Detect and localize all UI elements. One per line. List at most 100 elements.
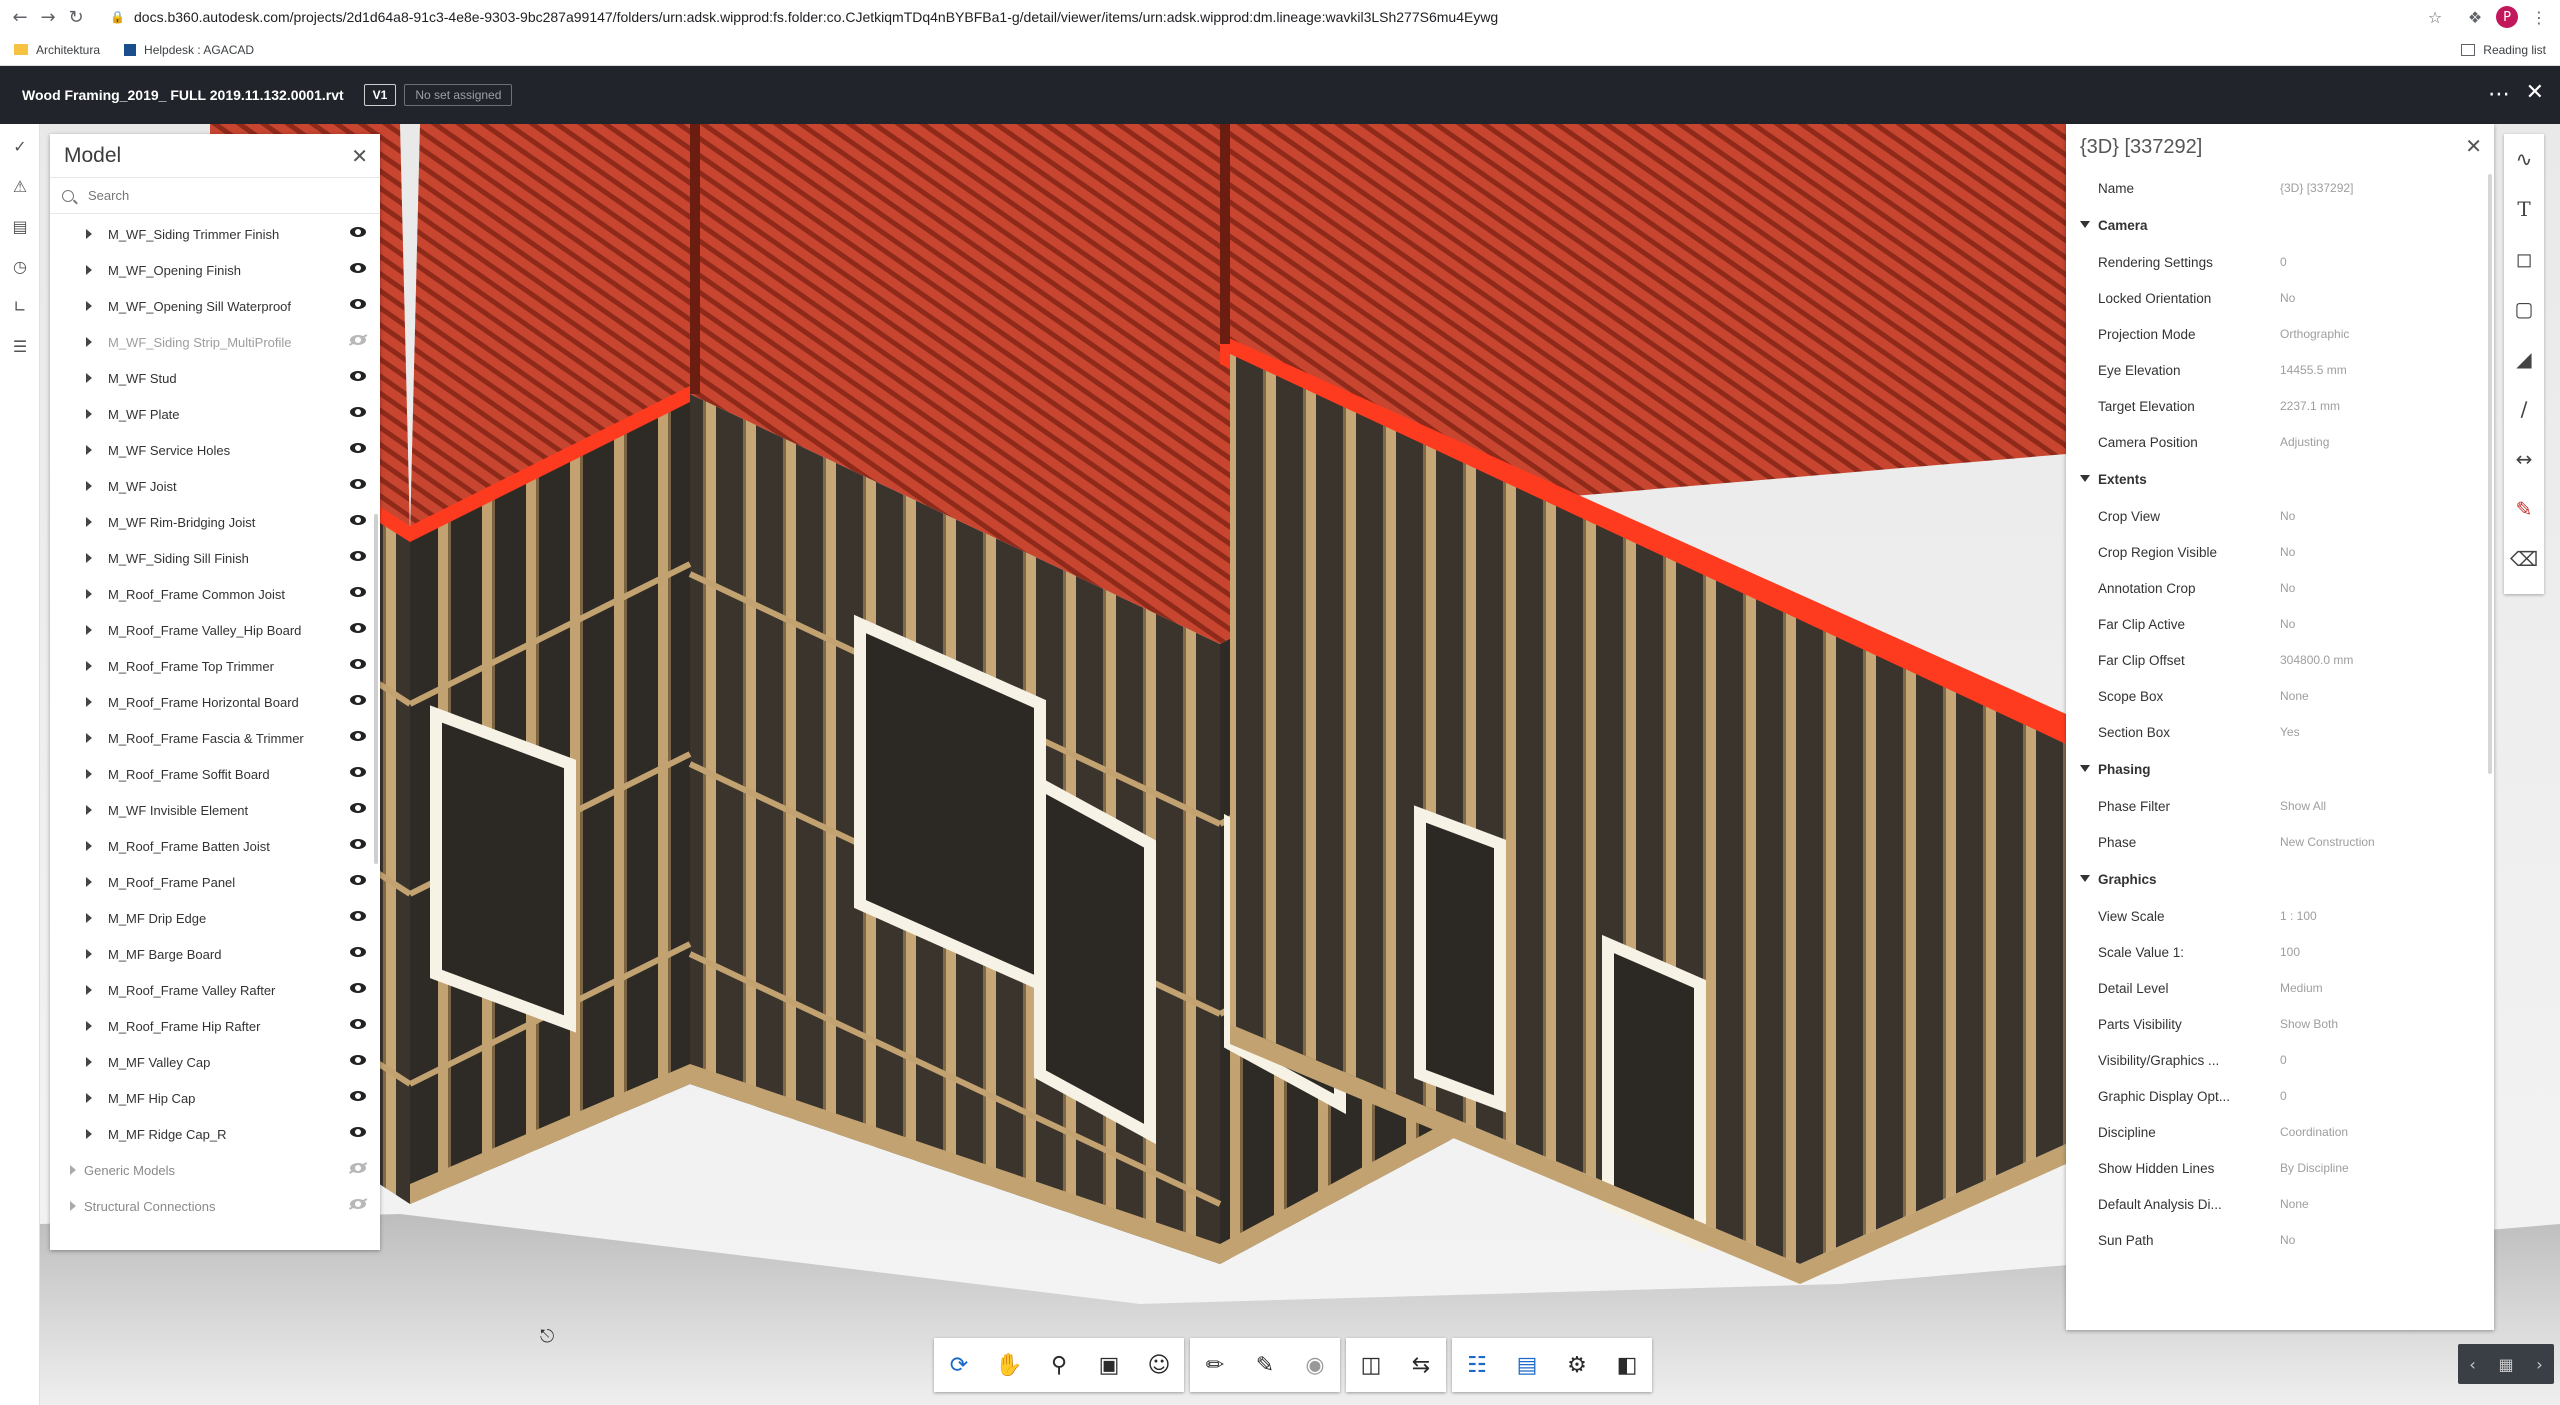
- eye-icon[interactable]: [350, 947, 366, 957]
- layers-icon[interactable]: ☰: [0, 326, 40, 366]
- collapse-caret-icon[interactable]: [2080, 475, 2090, 482]
- tree-row[interactable]: M_WF_Siding Strip_MultiProfile: [50, 324, 380, 360]
- tree-row[interactable]: M_WF_Opening Finish: [50, 252, 380, 288]
- eye-icon[interactable]: [350, 551, 366, 561]
- tree-row[interactable]: M_WF Invisible Element: [50, 792, 380, 828]
- area-select-icon[interactable]: ▢: [2504, 284, 2544, 334]
- eye-icon[interactable]: [350, 479, 366, 489]
- section-icon[interactable]: ✎: [1240, 1338, 1290, 1392]
- polyline-icon[interactable]: ◢: [2504, 334, 2544, 384]
- tree-row[interactable]: M_Roof_Frame Top Trimmer: [50, 648, 380, 684]
- eye-icon[interactable]: [350, 911, 366, 921]
- eye-icon[interactable]: [350, 695, 366, 705]
- chevron-right-icon[interactable]: ›: [2536, 1355, 2542, 1374]
- eye-icon[interactable]: [350, 659, 366, 669]
- profile-button[interactable]: P: [2494, 4, 2520, 30]
- text-icon[interactable]: T: [2504, 184, 2544, 234]
- measure-chart-icon[interactable]: ∟: [0, 286, 40, 326]
- eye-icon[interactable]: [350, 443, 366, 453]
- property-section-header[interactable]: Graphics: [2066, 860, 2494, 898]
- bookmark-helpdesk[interactable]: Helpdesk : AGACAD: [124, 43, 254, 57]
- expand-caret-icon[interactable]: [86, 733, 92, 743]
- more-vert-icon[interactable]: ⋮: [2526, 4, 2552, 30]
- expand-caret-icon[interactable]: [86, 841, 92, 851]
- more-horiz-icon[interactable]: ⋯: [2488, 82, 2510, 107]
- expand-caret-icon[interactable]: [86, 1129, 92, 1139]
- eraser-icon[interactable]: ⌫: [2504, 534, 2544, 584]
- tree-row[interactable]: M_WF_Opening Sill Waterproof: [50, 288, 380, 324]
- expand-caret-icon[interactable]: [86, 1057, 92, 1067]
- tree-row[interactable]: M_Roof_Frame Valley_Hip Board: [50, 612, 380, 648]
- eye-icon[interactable]: [350, 371, 366, 381]
- eye-icon[interactable]: [350, 875, 366, 885]
- expand-caret-icon[interactable]: [86, 481, 92, 491]
- pen-color-icon[interactable]: ✎: [2504, 484, 2544, 534]
- tree-row[interactable]: M_Roof_Frame Hip Rafter: [50, 1008, 380, 1044]
- puzzle-icon[interactable]: ❖: [2462, 4, 2488, 30]
- expand-caret-icon[interactable]: [86, 913, 92, 923]
- expand-caret-icon[interactable]: [86, 265, 92, 275]
- expand-caret-icon[interactable]: [70, 1201, 76, 1211]
- eye-icon[interactable]: [350, 587, 366, 597]
- zoom-window-icon[interactable]: ⚲: [1034, 1338, 1084, 1392]
- tree-group[interactable]: Structural Connections: [50, 1188, 380, 1224]
- tree-row[interactable]: M_Roof_Frame Common Joist: [50, 576, 380, 612]
- tree-row[interactable]: M_Roof_Frame Batten Joist: [50, 828, 380, 864]
- tree-row[interactable]: M_MF Hip Cap: [50, 1080, 380, 1116]
- tree-row[interactable]: M_WF Plate: [50, 396, 380, 432]
- check-issues-icon[interactable]: ✓: [0, 126, 40, 166]
- sheet-navigator[interactable]: ‹ ▦ ›: [2458, 1344, 2554, 1384]
- forward-arrow-icon[interactable]: →: [34, 3, 62, 31]
- star-icon[interactable]: ☆: [2422, 4, 2448, 30]
- split-view-icon[interactable]: ◫: [1346, 1338, 1396, 1392]
- eye-icon[interactable]: [350, 1055, 366, 1065]
- tree-row[interactable]: M_Roof_Frame Fascia & Trimmer: [50, 720, 380, 756]
- version-badge[interactable]: V1: [363, 84, 397, 106]
- properties-icon[interactable]: ▤: [1502, 1338, 1552, 1392]
- model-browser-icon[interactable]: ☷: [1452, 1338, 1502, 1392]
- tree-row[interactable]: M_MF Drip Edge: [50, 900, 380, 936]
- eye-off-icon[interactable]: [350, 1163, 366, 1173]
- eye-icon[interactable]: [350, 515, 366, 525]
- reading-list-button[interactable]: Reading list: [2461, 34, 2546, 66]
- property-section-header[interactable]: Camera: [2066, 206, 2494, 244]
- expand-caret-icon[interactable]: [86, 805, 92, 815]
- expand-caret-icon[interactable]: [86, 517, 92, 527]
- expand-caret-icon[interactable]: [86, 373, 92, 383]
- expand-caret-icon[interactable]: [86, 409, 92, 419]
- eye-off-icon[interactable]: [350, 335, 366, 345]
- back-arrow-icon[interactable]: ←: [6, 3, 34, 31]
- tree-row[interactable]: M_Roof_Frame Valley Rafter: [50, 972, 380, 1008]
- expand-caret-icon[interactable]: [86, 553, 92, 563]
- eye-icon[interactable]: [350, 803, 366, 813]
- freehand-icon[interactable]: ∿: [2504, 134, 2544, 184]
- reload-icon[interactable]: ↻: [62, 3, 90, 31]
- fit-view-icon[interactable]: ▣: [1084, 1338, 1134, 1392]
- eye-icon[interactable]: [350, 1091, 366, 1101]
- expand-caret-icon[interactable]: [86, 229, 92, 239]
- chevron-left-icon[interactable]: ‹: [2469, 1355, 2475, 1374]
- scrollbar[interactable]: [374, 514, 378, 864]
- pan-icon[interactable]: ✋: [984, 1338, 1034, 1392]
- search-input[interactable]: Search: [50, 178, 380, 214]
- expand-caret-icon[interactable]: [86, 589, 92, 599]
- scrollbar[interactable]: [2488, 174, 2492, 774]
- eye-icon[interactable]: [350, 1019, 366, 1029]
- first-person-icon[interactable]: ☺: [1134, 1338, 1184, 1392]
- close-viewer-icon[interactable]: ✕: [2526, 80, 2544, 105]
- close-icon[interactable]: ✕: [351, 144, 368, 168]
- tree-row[interactable]: M_Roof_Frame Soffit Board: [50, 756, 380, 792]
- tree-row[interactable]: M_WF_Siding Trimmer Finish: [50, 216, 380, 252]
- expand-caret-icon[interactable]: [86, 877, 92, 887]
- tree-row[interactable]: M_WF Service Holes: [50, 432, 380, 468]
- expand-caret-icon[interactable]: [86, 1093, 92, 1103]
- settings-icon[interactable]: ⚙: [1552, 1338, 1602, 1392]
- expand-caret-icon[interactable]: [86, 985, 92, 995]
- callout-icon[interactable]: ◻: [2504, 234, 2544, 284]
- expand-caret-icon[interactable]: [86, 625, 92, 635]
- tree-row[interactable]: M_WF Rim-Bridging Joist: [50, 504, 380, 540]
- address-bar[interactable]: 🔒 docs.b360.autodesk.com/projects/2d1d64…: [110, 4, 2440, 30]
- dimension-icon[interactable]: ↔: [2504, 434, 2544, 484]
- tree-group[interactable]: Generic Models: [50, 1152, 380, 1188]
- expand-caret-icon[interactable]: [86, 697, 92, 707]
